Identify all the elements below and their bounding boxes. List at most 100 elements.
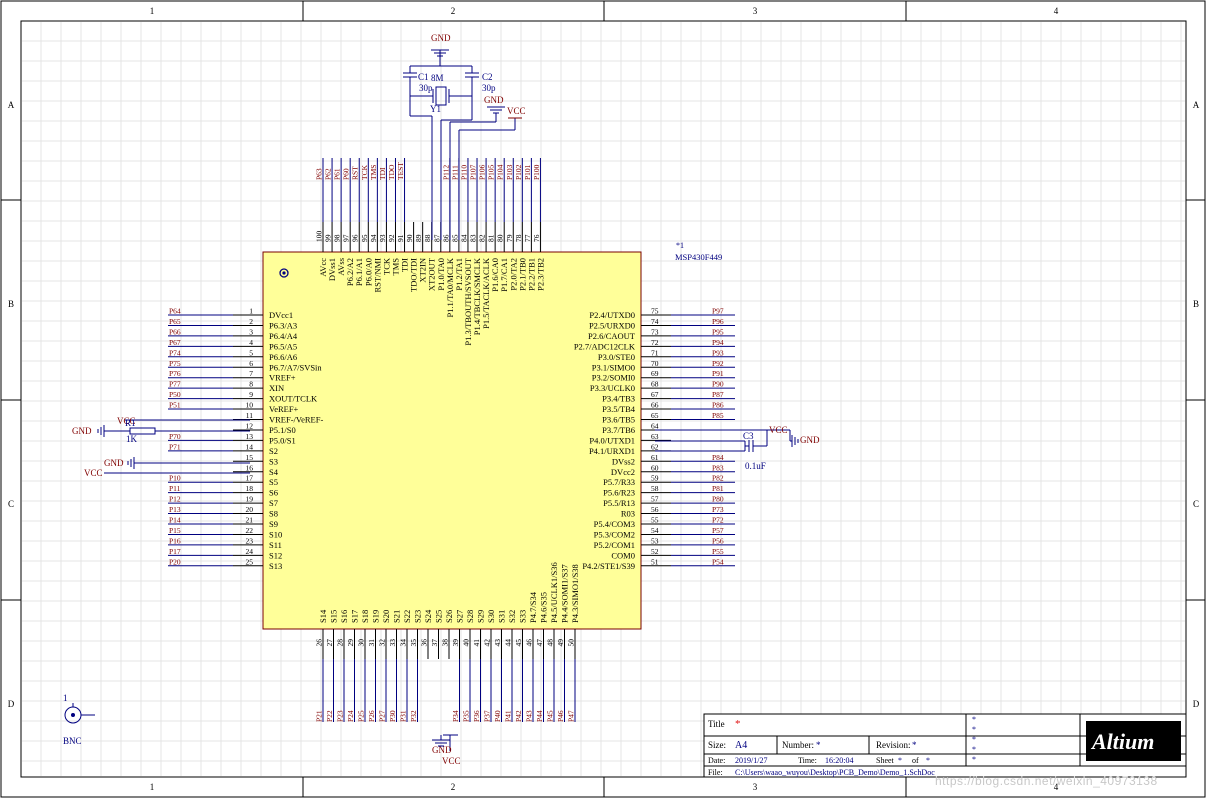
bottom-net-label: P47 <box>567 710 576 722</box>
left-pin-name: S13 <box>269 561 282 571</box>
col-label-top-4: 4 <box>1054 6 1059 16</box>
right-pin-name: P5.3/COM2 <box>594 529 635 539</box>
col-label-top-1: 1 <box>150 6 155 16</box>
row-label-right-b: B <box>1193 299 1199 309</box>
right-net-label: P84 <box>712 453 724 462</box>
right-pin-number: 57 <box>651 495 659 504</box>
bottom-pin-name: S19 <box>371 610 381 623</box>
time-value: 16:20:04 <box>825 756 853 765</box>
bottom-net-label: P31 <box>399 710 408 722</box>
right-pin-number: 59 <box>651 474 659 483</box>
left-pin-name: S12 <box>269 550 282 560</box>
top-pin-number: 84 <box>459 234 468 242</box>
top-net-label: TDO <box>387 164 396 180</box>
top-pin-number: 92 <box>387 234 396 242</box>
bottom-pin-name: P4.4/SOMI1/S37 <box>560 564 570 623</box>
col-label-top-3: 3 <box>753 6 758 16</box>
left-pin-number: 15 <box>246 453 254 462</box>
left-pin-name: S2 <box>269 446 278 456</box>
time-label: Time: <box>798 756 817 765</box>
bottom-pin-name: S14 <box>318 609 328 623</box>
bottom-pin-number: 45 <box>514 639 523 647</box>
right-pin-number: 64 <box>651 421 659 430</box>
bottom-pin-number: 30 <box>357 639 366 647</box>
top-pin-number: 91 <box>396 234 405 242</box>
right-net-label: P83 <box>712 463 724 472</box>
c3-value: 0.1uF <box>745 461 766 471</box>
top-pin-number: 93 <box>378 234 387 242</box>
bottom-pin-name: S15 <box>329 610 339 623</box>
top-pin-name: P2.3/TB2 <box>535 258 545 291</box>
of-label: of <box>912 756 919 765</box>
bottom-net-label: P43 <box>525 710 534 722</box>
bottom-pin-number: 46 <box>525 639 534 647</box>
row-label-right-c: C <box>1193 499 1199 509</box>
right-net-label: P72 <box>712 516 724 525</box>
bottom-pin-name: S30 <box>486 610 496 623</box>
right-pin-name: P5.2/COM1 <box>594 540 635 550</box>
right-pin-name: P2.5/URXD0 <box>589 320 635 330</box>
right-pin-name: P5.7/R33 <box>603 477 635 487</box>
right-pin-number: 66 <box>651 401 659 410</box>
top-pin-number: 80 <box>496 234 505 242</box>
top-pin-number: 89 <box>414 234 423 242</box>
right-pin-number: 63 <box>651 432 659 441</box>
top-pin-number: 82 <box>478 234 487 242</box>
row-label-left-b: B <box>8 299 14 309</box>
right-pin-number: 72 <box>651 338 659 347</box>
bottom-net-label: P23 <box>336 710 345 722</box>
top-pin-number: 81 <box>487 234 496 242</box>
bottom-pin-number: 49 <box>556 639 565 647</box>
top-pin-number: 98 <box>333 234 342 242</box>
date-label: Date: <box>708 756 725 765</box>
right-pin-name: P5.4/COM3 <box>594 519 635 529</box>
top-net-label: TEST <box>396 162 405 180</box>
right-pin-name: DVss2 <box>612 456 635 466</box>
bottom-pin-number: 31 <box>367 639 376 647</box>
left-pin-number: 16 <box>246 463 254 472</box>
top-net-label: P111 <box>450 165 459 180</box>
bottom-net-label: P26 <box>367 710 376 722</box>
bottom-net-label: P21 <box>315 710 324 722</box>
left-pin-number: 5 <box>249 348 253 357</box>
top-pin-number: 87 <box>432 234 441 242</box>
bottom-pin-name: P4.3/SIMO1/S38 <box>570 564 580 623</box>
bottom-pin-number: 40 <box>462 639 471 647</box>
bottom-pin-name: P4.5/UCLK1/S36 <box>549 562 559 623</box>
col-label-bottom-3: 3 <box>753 782 758 792</box>
left-pin-number: 8 <box>249 380 253 389</box>
right-pin-number: 74 <box>651 317 659 326</box>
svg-text:Altium: Altium <box>1090 729 1154 754</box>
number-value: * <box>816 740 821 750</box>
left-pin-name: S5 <box>269 477 278 487</box>
left-pin-name: P6.3/A3 <box>269 320 297 330</box>
bottom-net-label: P24 <box>346 710 355 722</box>
right-pin-number: 73 <box>651 327 659 336</box>
right-net-label: P96 <box>712 317 724 326</box>
c3-designator: C3 <box>743 431 754 441</box>
bottom-pin-number: 39 <box>451 639 460 647</box>
right-pin-number: 65 <box>651 411 659 420</box>
right-pin-name: P2.4/UTXD0 <box>589 310 635 320</box>
bottom-pin-number: 37 <box>430 639 439 647</box>
bottom-pin-name: S22 <box>402 610 412 623</box>
top-pin-number: 85 <box>450 234 459 242</box>
chip-part-name: MSP430F449 <box>675 252 722 262</box>
right-net-label: P86 <box>712 401 724 410</box>
right-pin-name: P3.1/SIMO0 <box>592 362 635 372</box>
top-pin-number: 100 <box>315 231 324 243</box>
right-net-label: P91 <box>712 369 724 378</box>
left-net-label: P74 <box>169 348 181 357</box>
left-net-label: P67 <box>169 338 181 347</box>
left-gnd2-label: GND <box>104 458 124 468</box>
bottom-net-label: P32 <box>409 710 418 722</box>
number-label: Number: <box>782 740 814 750</box>
bottom-pin-name: S32 <box>507 610 517 623</box>
right-pin-number: 51 <box>651 557 659 566</box>
right-pin-number: 68 <box>651 380 659 389</box>
right-pin-number: 54 <box>651 526 659 535</box>
right-pin-number: 53 <box>651 536 659 545</box>
bottom-net-label: P35 <box>462 710 471 722</box>
r1-value: 1K <box>126 434 138 444</box>
left-net-label: P65 <box>169 317 181 326</box>
